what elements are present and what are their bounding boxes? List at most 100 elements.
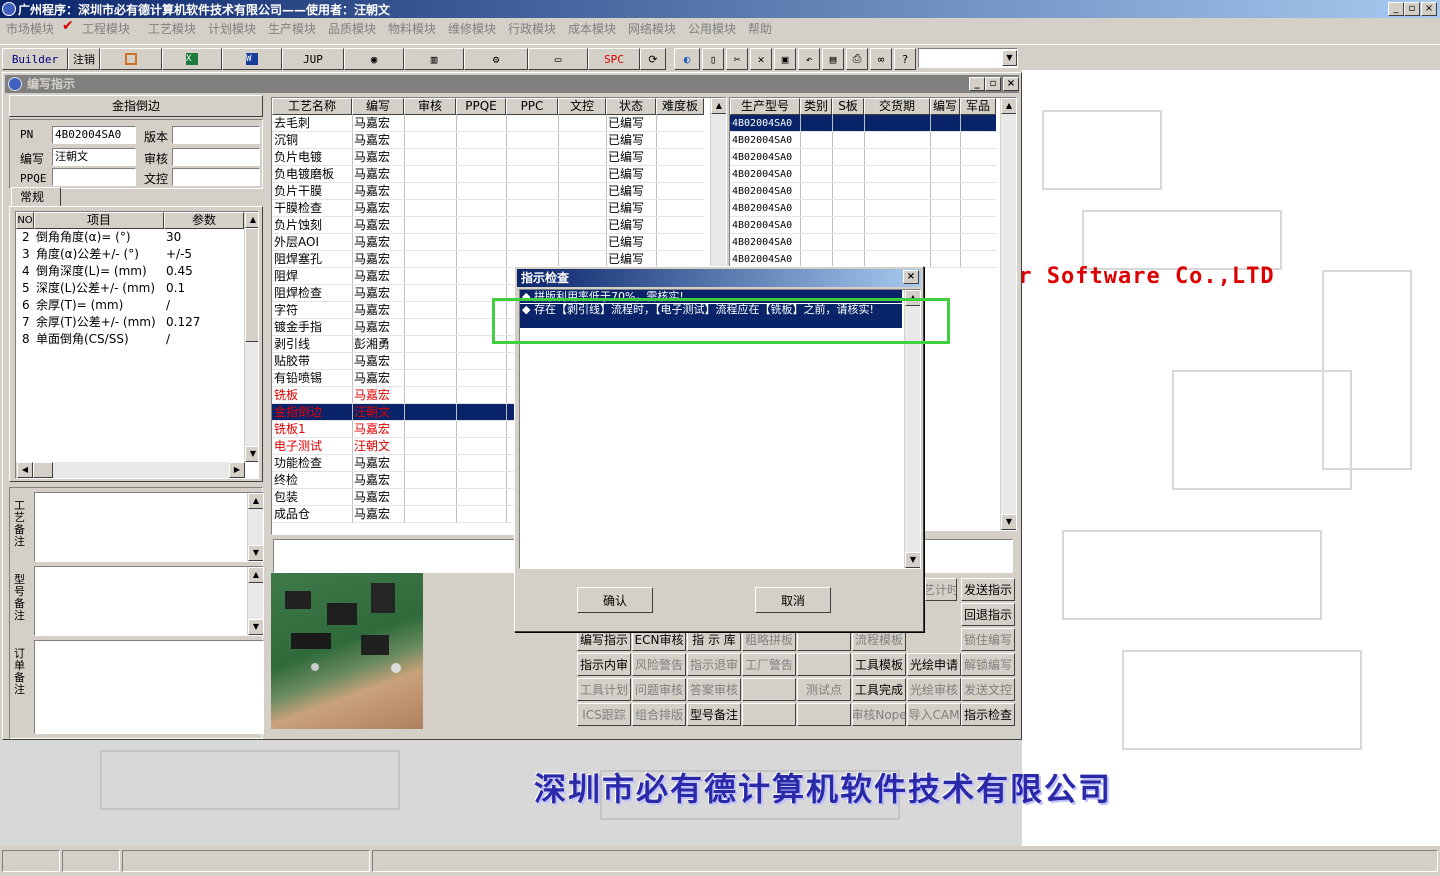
order-note-field[interactable]	[34, 640, 264, 734]
action-button[interactable]: 光绘审核	[907, 678, 961, 701]
action-button[interactable]: 工具计划	[577, 678, 631, 701]
process-row[interactable]: 干膜检查 马嘉宏 已编写	[272, 200, 704, 217]
menu-item-quality[interactable]: 品质模块	[328, 20, 376, 37]
database-icon[interactable]: ▥	[404, 48, 464, 70]
scroll-down-icon[interactable]: ▼	[245, 446, 258, 462]
process-row[interactable]: 负片蚀刻 马嘉宏 已编写	[272, 217, 704, 234]
model-row[interactable]: 4B02004SA0	[730, 217, 996, 234]
scroll-thumb[interactable]	[245, 228, 258, 342]
scroll-up-icon[interactable]: ▲	[711, 98, 726, 114]
action-button[interactable]	[797, 703, 851, 726]
save-icon[interactable]: ▣	[774, 48, 796, 70]
pn-field[interactable]: 4B02004SA0	[52, 126, 136, 144]
writer-field[interactable]: 汪朝文	[52, 148, 136, 166]
wenkong-field[interactable]	[172, 168, 260, 186]
action-button[interactable]: 工厂警告	[742, 653, 796, 676]
scroll-thumb-h[interactable]	[33, 462, 53, 478]
menu-item-process[interactable]: 工艺模块	[148, 20, 196, 37]
scroll-down-icon[interactable]: ▼	[905, 552, 920, 568]
action-button[interactable]: 指示内审	[577, 653, 631, 676]
action-button[interactable]	[797, 653, 851, 676]
model-row[interactable]: 4B02004SA0	[730, 166, 996, 183]
action-button[interactable]: 答案审核	[687, 678, 741, 701]
action-button[interactable]: 审核Nope	[852, 703, 906, 726]
cancel-button[interactable]: 取消	[755, 587, 831, 613]
action-button[interactable]	[742, 678, 796, 701]
action-button[interactable]: 工具模板	[852, 653, 906, 676]
binoculars-icon[interactable]: ∞	[870, 48, 892, 70]
builder-button[interactable]: Builder	[2, 48, 68, 70]
powerpoint-icon[interactable]	[100, 48, 162, 70]
dialog-close-button[interactable]: ×	[903, 270, 919, 284]
excel-icon[interactable]: X	[162, 48, 222, 70]
menu-item-material[interactable]: 物料模块	[388, 20, 436, 37]
scroll-down-icon[interactable]: ▼	[1001, 514, 1016, 530]
minimize-button[interactable]: _	[1388, 2, 1404, 16]
menu-item-admin[interactable]: 行政模块	[508, 20, 556, 37]
refresh-icon[interactable]: ⟳	[640, 48, 666, 70]
cut-icon[interactable]: ✂	[726, 48, 748, 70]
process-row[interactable]: 负电镀磨板 马嘉宏 已编写	[272, 166, 704, 183]
menu-item-public[interactable]: 公用模块	[688, 20, 736, 37]
confirm-button[interactable]: 确认	[577, 587, 653, 613]
action-button[interactable]: 测试点	[797, 678, 851, 701]
computer-icon[interactable]: ▭	[528, 48, 588, 70]
scroll-up-icon[interactable]: ▲	[248, 567, 263, 583]
help-icon[interactable]: ?	[894, 48, 916, 70]
param-row[interactable]: 4 倒角深度(L)= (mm) 0.45	[16, 263, 244, 280]
menu-item-help[interactable]: 帮助	[748, 20, 772, 37]
process-note-field[interactable]: ▲ ▼	[34, 492, 264, 562]
process-row[interactable]: 负片干膜 马嘉宏 已编写	[272, 183, 704, 200]
model-note-field[interactable]: ▲ ▼	[34, 566, 264, 636]
child-close-button[interactable]: ×	[1003, 77, 1019, 91]
action-button[interactable]: 导入CAM	[907, 703, 961, 726]
chevron-down-icon[interactable]: ▼	[1002, 50, 1017, 66]
action-button[interactable]: 发送文控	[961, 678, 1015, 701]
scroll-down-icon[interactable]: ▼	[248, 545, 263, 561]
process-row[interactable]: 去毛刺 马嘉宏 已编写	[272, 115, 704, 132]
process-row[interactable]: 外层AOI 马嘉宏 已编写	[272, 234, 704, 251]
model-row[interactable]: 4B02004SA0	[730, 234, 996, 251]
model-row[interactable]: 4B02004SA0	[730, 200, 996, 217]
menu-item-maintenance[interactable]: 维修模块	[448, 20, 496, 37]
action-button[interactable]	[742, 703, 796, 726]
new-file-icon[interactable]: ▯	[702, 48, 724, 70]
scroll-up-icon[interactable]: ▲	[1001, 98, 1016, 114]
version-field[interactable]	[172, 126, 260, 144]
param-row[interactable]: 2 倒角角度(α)= (°) 30	[16, 229, 244, 246]
menu-item-network[interactable]: 网络模块	[628, 20, 676, 37]
param-row[interactable]: 6 余厚(T)= (mm) /	[16, 297, 244, 314]
action-button[interactable]: 解锁编写	[961, 653, 1015, 676]
model-row[interactable]: 4B02004SA0	[730, 132, 996, 149]
model-row[interactable]: 4B02004SA0	[730, 115, 996, 132]
action-button[interactable]: 工具完成	[852, 678, 906, 701]
menu-item-production[interactable]: 生产模块	[268, 20, 316, 37]
scroll-up-icon[interactable]: ▲	[245, 212, 258, 228]
model-row[interactable]: 4B02004SA0	[730, 183, 996, 200]
action-button[interactable]: 组合排版	[632, 703, 686, 726]
work-timer-button[interactable]: 艺计时	[925, 578, 957, 601]
toolbar-dropdown[interactable]: ▼	[918, 48, 1018, 68]
preview-icon[interactable]: ▤	[822, 48, 844, 70]
eye-icon[interactable]: ◉	[344, 48, 404, 70]
globe-icon[interactable]: ◐	[674, 48, 700, 70]
network-icon[interactable]: ⚙	[464, 48, 528, 70]
action-button[interactable]: 锁住编写	[961, 628, 1015, 651]
param-row[interactable]: 7 余厚(T)公差+/- (mm) 0.127	[16, 314, 244, 331]
restore-button[interactable]: ▫	[1404, 2, 1420, 16]
undo-icon[interactable]: ↶	[798, 48, 820, 70]
action-button[interactable]: 光绘申请	[907, 653, 961, 676]
params-vscroll[interactable]: ▲ ▼	[244, 212, 258, 462]
model-row[interactable]: 4B02004SA0	[730, 149, 996, 166]
close-button[interactable]: ×	[1421, 2, 1437, 16]
process-row[interactable]: 负片电镀 马嘉宏 已编写	[272, 149, 704, 166]
delete-icon[interactable]: ✕	[750, 48, 772, 70]
params-hscroll[interactable]: ◀ ▶	[16, 462, 245, 478]
ppqe-field[interactable]	[52, 168, 136, 186]
action-button[interactable]: 风险警告	[632, 653, 686, 676]
menu-item-market[interactable]: 市场模块	[6, 20, 54, 37]
action-button[interactable]: 型号备注	[687, 703, 741, 726]
action-button[interactable]: 指示退审	[687, 653, 741, 676]
menu-item-plan[interactable]: 计划模块	[208, 20, 256, 37]
scroll-left-icon[interactable]: ◀	[17, 462, 33, 478]
